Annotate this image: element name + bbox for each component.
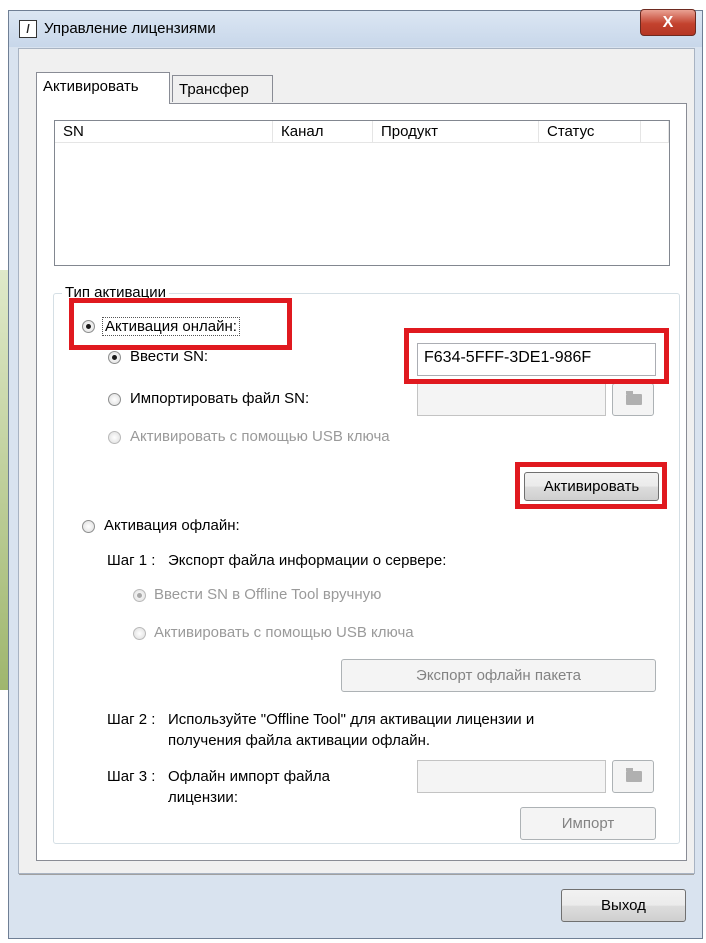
window-title: Управление лицензиями (44, 20, 216, 37)
enter-sn-radio[interactable] (108, 351, 121, 364)
export-offline-package-button[interactable]: Экспорт офлайн пакета (341, 659, 656, 692)
enter-sn-label[interactable]: Ввести SN: (130, 348, 208, 365)
step1-prefix: Шаг 1 : (107, 552, 156, 569)
close-button[interactable]: X (640, 9, 696, 36)
column-header-channel[interactable]: Канал (273, 121, 373, 143)
browse-license-file-button[interactable] (612, 760, 654, 793)
offline-license-file-input[interactable] (417, 760, 606, 793)
offline-activation-radio[interactable] (82, 520, 95, 533)
step2-prefix: Шаг 2 : (107, 711, 156, 728)
exit-button[interactable]: Выход (561, 889, 686, 922)
column-header-status[interactable]: Статус (539, 121, 641, 143)
highlight-online-activation (69, 298, 292, 350)
online-usb-key-label[interactable]: Активировать с помощью USB ключа (130, 428, 390, 445)
column-header-product[interactable]: Продукт (373, 121, 539, 143)
browse-sn-file-button[interactable] (612, 383, 654, 416)
step3-text-line2: лицензии: (168, 789, 238, 806)
step3-prefix: Шаг 3 : (107, 768, 156, 785)
folder-icon (626, 391, 642, 405)
offline-usb-key-label[interactable]: Активировать с помощью USB ключа (154, 624, 414, 641)
folder-icon (626, 768, 642, 782)
offline-usb-key-radio[interactable] (133, 627, 146, 640)
offline-enter-sn-radio[interactable] (133, 589, 146, 602)
import-sn-file-radio[interactable] (108, 393, 121, 406)
highlight-activate-button (515, 462, 667, 509)
close-icon: X (662, 14, 674, 31)
sn-file-path-input[interactable] (417, 383, 606, 416)
offline-enter-sn-label[interactable]: Ввести SN в Offline Tool вручную (154, 586, 381, 603)
footer-separator (19, 874, 694, 875)
column-header-sn[interactable]: SN (55, 121, 273, 143)
app-logo-icon: / (19, 20, 37, 38)
license-table[interactable]: SN Канал Продукт Статус (54, 120, 670, 266)
background-stripe (0, 270, 8, 690)
offline-activation-label[interactable]: Активация офлайн: (104, 517, 240, 534)
import-sn-file-label[interactable]: Импортировать файл SN: (130, 390, 309, 407)
highlight-sn-input (404, 328, 669, 384)
tab-activate[interactable]: Активировать (36, 72, 170, 104)
step3-text-line1: Офлайн импорт файла (168, 768, 330, 785)
online-usb-key-radio[interactable] (108, 431, 121, 444)
column-header-filler (641, 121, 669, 143)
tab-transfer[interactable]: Трансфер (172, 75, 273, 102)
import-button[interactable]: Импорт (520, 807, 656, 840)
step2-text-line2: получения файла активации офлайн. (168, 732, 431, 749)
step1-text: Экспорт файла информации о сервере: (168, 552, 447, 569)
step2-text-line1: Используйте "Offline Tool" для активации… (168, 711, 535, 728)
